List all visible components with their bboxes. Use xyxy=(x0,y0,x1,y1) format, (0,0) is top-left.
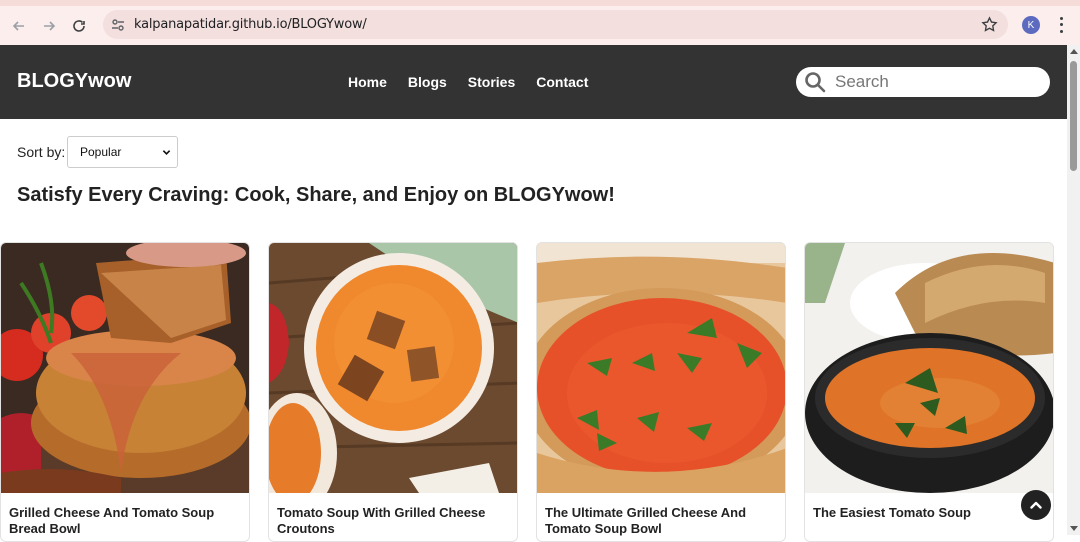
page-scrollbar[interactable] xyxy=(1067,45,1080,535)
page-headline: Satisfy Every Craving: Cook, Share, and … xyxy=(17,184,615,206)
sort-select[interactable]: Popular xyxy=(67,136,178,168)
address-bar[interactable]: kalpanapatidar.github.io/BLOGYwow/ xyxy=(103,10,1008,39)
recipe-title[interactable]: Grilled Cheese And Tomato Soup Bread Bow… xyxy=(1,493,249,537)
chevron-up-icon xyxy=(1030,501,1042,509)
recipe-image[interactable] xyxy=(537,243,785,493)
back-icon[interactable] xyxy=(4,11,34,41)
nav-home[interactable]: Home xyxy=(348,74,387,90)
profile-avatar[interactable]: K xyxy=(1022,16,1040,34)
browser-toolbar: kalpanapatidar.github.io/BLOGYwow/ K xyxy=(0,6,1080,45)
scroll-thumb[interactable] xyxy=(1070,61,1077,171)
recipe-card[interactable]: Tomato Soup With Grilled Cheese Croutons xyxy=(268,242,518,542)
scroll-up-arrow-icon[interactable] xyxy=(1070,49,1078,54)
back-to-top-button[interactable] xyxy=(1021,490,1051,520)
forward-icon[interactable] xyxy=(34,11,64,41)
profile-initial: K xyxy=(1027,19,1035,31)
recipe-title[interactable]: The Easiest Tomato Soup xyxy=(805,493,1053,521)
search-icon xyxy=(805,72,826,93)
site-header: BLOGYwow Home Blogs Stories Contact xyxy=(0,45,1067,119)
site-logo[interactable]: BLOGYwow xyxy=(17,70,131,93)
chevron-down-icon xyxy=(162,150,171,155)
recipe-card[interactable]: The Easiest Tomato Soup xyxy=(804,242,1054,542)
nav-blogs[interactable]: Blogs xyxy=(408,74,447,90)
search-input[interactable] xyxy=(835,72,1035,92)
nav-contact[interactable]: Contact xyxy=(536,74,588,90)
recipe-title[interactable]: The Ultimate Grilled Cheese And Tomato S… xyxy=(537,493,785,537)
site-settings-icon[interactable] xyxy=(110,17,126,33)
recipe-card[interactable]: The Ultimate Grilled Cheese And Tomato S… xyxy=(536,242,786,542)
sort-label: Sort by: xyxy=(17,144,66,160)
bookmark-star-icon[interactable] xyxy=(981,16,998,33)
scroll-down-arrow-icon[interactable] xyxy=(1070,526,1078,531)
recipe-image[interactable] xyxy=(269,243,517,493)
browser-menu-icon[interactable] xyxy=(1054,15,1068,35)
main-nav: Home Blogs Stories Contact xyxy=(348,74,609,90)
search-box[interactable] xyxy=(796,67,1050,97)
recipe-image[interactable] xyxy=(805,243,1053,493)
reload-icon[interactable] xyxy=(64,11,94,41)
recipe-image[interactable] xyxy=(1,243,249,493)
recipe-card[interactable]: Grilled Cheese And Tomato Soup Bread Bow… xyxy=(0,242,250,542)
nav-stories[interactable]: Stories xyxy=(468,74,515,90)
url-text[interactable]: kalpanapatidar.github.io/BLOGYwow/ xyxy=(134,17,367,32)
sort-selected-value: Popular xyxy=(80,145,122,159)
recipe-title[interactable]: Tomato Soup With Grilled Cheese Croutons xyxy=(269,493,517,537)
